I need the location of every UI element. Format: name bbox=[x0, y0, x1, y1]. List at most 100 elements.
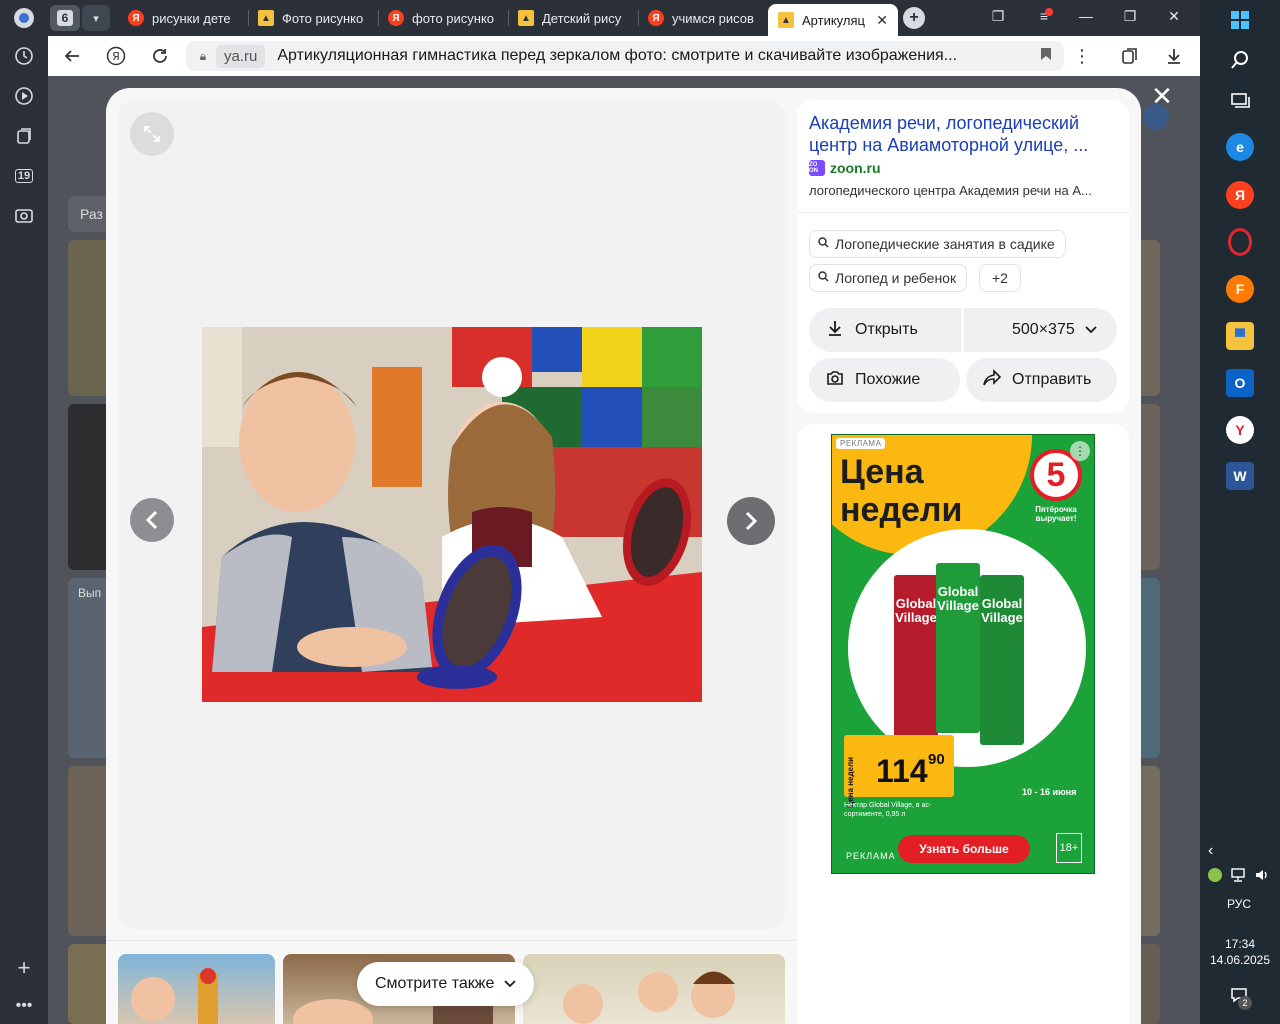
opera-icon[interactable] bbox=[1228, 228, 1252, 256]
download-icon[interactable] bbox=[1162, 44, 1186, 68]
yandex-browser-icon[interactable]: Я bbox=[1226, 181, 1254, 209]
expand-icon[interactable] bbox=[130, 112, 174, 156]
tab-3[interactable]: Я фото рисунко bbox=[378, 4, 508, 32]
tag-label: +2 bbox=[992, 270, 1008, 286]
input-language[interactable]: РУС bbox=[1200, 897, 1278, 911]
reload-icon[interactable] bbox=[148, 44, 172, 68]
share-button[interactable]: Отправить bbox=[966, 358, 1117, 402]
ad-menu-icon[interactable]: ⋮ bbox=[1070, 441, 1090, 461]
share-arrow-icon bbox=[982, 368, 1002, 392]
search-icon bbox=[818, 237, 829, 251]
ad-badge: РЕКЛАМА bbox=[836, 438, 886, 449]
more-vertical-icon[interactable]: ⋮ bbox=[1070, 44, 1094, 68]
advertisement-banner[interactable]: РЕКЛАМА Цена недели 5 Пятёрочка выручает… bbox=[831, 434, 1095, 874]
source-site-link[interactable]: ZO ON zoon.ru bbox=[809, 160, 881, 176]
search-icon bbox=[818, 271, 829, 285]
edge-icon[interactable]: e bbox=[1226, 133, 1254, 161]
source-description: логопедического центра Академия речи на … bbox=[809, 183, 1092, 198]
divider bbox=[106, 940, 796, 941]
firefox-icon[interactable]: F bbox=[1226, 275, 1254, 303]
image-icon: ▲ bbox=[778, 12, 794, 28]
main-photo[interactable] bbox=[202, 327, 702, 702]
windows-start-icon[interactable] bbox=[1226, 6, 1254, 34]
lock-icon[interactable]: 🔒︎ bbox=[190, 44, 216, 68]
outlook-icon[interactable]: O bbox=[1226, 369, 1254, 397]
ad-headline: Цена недели bbox=[840, 453, 963, 529]
notification-dot bbox=[1045, 8, 1053, 16]
tab-title: Детский рису bbox=[542, 10, 622, 26]
alice-icon[interactable] bbox=[10, 4, 38, 32]
price-integer: 114 bbox=[876, 753, 928, 789]
tag-logoped-kindergarten[interactable]: Логопедические занятия в садике bbox=[809, 230, 1066, 258]
share-label: Отправить bbox=[1012, 371, 1092, 388]
calendar-icon[interactable]: 19 bbox=[10, 162, 38, 190]
related-thumb-1[interactable] bbox=[118, 954, 275, 1024]
collections-icon[interactable] bbox=[10, 122, 38, 150]
tab-title: Артикуляц bbox=[802, 12, 865, 28]
close-viewer-icon[interactable]: ✕ bbox=[1150, 83, 1174, 109]
juice-pack-cherry: Global Village bbox=[894, 575, 938, 745]
tab-4[interactable]: ▲ Детский рису bbox=[508, 4, 638, 32]
notification-count: 2 bbox=[1238, 996, 1252, 1010]
size-select[interactable]: 500×375 bbox=[964, 308, 1117, 352]
file-explorer-icon[interactable]: ▀ bbox=[1226, 322, 1254, 350]
tab-title: фото рисунко bbox=[412, 10, 495, 26]
bookmark-icon[interactable] bbox=[1040, 47, 1052, 64]
volume-icon[interactable] bbox=[1254, 868, 1270, 885]
clock-time: 17:34 bbox=[1224, 937, 1256, 951]
minimize-icon[interactable]: — bbox=[1074, 8, 1098, 24]
add-panel-icon[interactable]: + bbox=[10, 954, 38, 982]
more-icon[interactable]: ••• bbox=[10, 992, 38, 1020]
image-viewer-modal: Академия речи, логопедический центр на А… bbox=[106, 88, 1141, 1024]
back-icon[interactable] bbox=[60, 44, 84, 68]
source-title-link[interactable]: Академия речи, логопедический центр на А… bbox=[809, 112, 1109, 156]
yandex-icon[interactable]: Y bbox=[1226, 416, 1254, 444]
next-image-button[interactable] bbox=[727, 497, 775, 545]
screenshot-icon[interactable] bbox=[10, 202, 38, 230]
ad-product: Нектар Global Village, в ас-сортименте, … bbox=[844, 802, 932, 818]
see-also-label: Смотрите также bbox=[375, 975, 495, 992]
ad-card: РЕКЛАМА Цена недели 5 Пятёрочка выручает… bbox=[797, 424, 1129, 1024]
windows-taskbar: e Я F ▀ O Y W ‹ РУС 17:34 14.06.2025 bbox=[1200, 0, 1280, 1024]
tray-app-icon[interactable] bbox=[1208, 868, 1222, 882]
new-tab-button[interactable]: + bbox=[903, 7, 925, 29]
yandex-icon: Я bbox=[648, 10, 664, 26]
tag-label: Логопедические занятия в садике bbox=[835, 236, 1055, 252]
network-icon[interactable] bbox=[1230, 868, 1246, 885]
clock[interactable]: 17:34 14.06.2025 bbox=[1200, 936, 1280, 968]
yandex-home-icon[interactable]: Я bbox=[104, 44, 128, 68]
chevron-down-icon[interactable]: ▾ bbox=[82, 5, 110, 31]
tag-more[interactable]: +2 bbox=[979, 264, 1021, 292]
see-also-button[interactable]: Смотрите также bbox=[357, 962, 535, 1006]
domain-chip[interactable]: ya.ru bbox=[216, 44, 266, 68]
tab-6-active[interactable]: ▲ Артикуляц ✕ bbox=[768, 4, 898, 36]
task-view-icon[interactable] bbox=[1226, 86, 1254, 114]
tab-groups-button[interactable]: 6 bbox=[50, 5, 80, 31]
tag-logoped-child[interactable]: Логопед и ребенок bbox=[809, 264, 968, 292]
related-thumb-3[interactable] bbox=[523, 954, 785, 1024]
chevron-left-icon[interactable]: ‹ bbox=[1208, 842, 1213, 860]
tab-5[interactable]: Я учимся рисов bbox=[638, 4, 768, 32]
source-site: zoon.ru bbox=[830, 160, 881, 176]
restore-icon[interactable]: ❐ bbox=[1118, 8, 1142, 25]
search-icon[interactable] bbox=[1226, 46, 1254, 74]
word-icon[interactable]: W bbox=[1226, 462, 1254, 490]
ad-cta-button[interactable]: Узнать больше bbox=[898, 835, 1030, 863]
calendar-day: 19 bbox=[14, 169, 34, 183]
prev-image-button[interactable] bbox=[130, 498, 174, 542]
tab-2[interactable]: ▲ Фото рисунко bbox=[248, 4, 378, 32]
play-icon[interactable] bbox=[10, 82, 38, 110]
history-icon[interactable] bbox=[10, 42, 38, 70]
close-window-icon[interactable]: ✕ bbox=[1162, 8, 1186, 25]
similar-button[interactable]: Похожие bbox=[809, 358, 960, 402]
open-button[interactable]: Открыть bbox=[809, 308, 961, 352]
image-icon: ▲ bbox=[258, 10, 274, 26]
collections-icon[interactable] bbox=[1118, 44, 1142, 68]
chevron-down-icon bbox=[1085, 321, 1097, 339]
close-tab-icon[interactable]: ✕ bbox=[876, 12, 888, 29]
divider bbox=[797, 212, 1129, 213]
tab-1[interactable]: Я рисунки дете bbox=[118, 4, 248, 32]
bookmarks-panel-icon[interactable]: ❐ bbox=[986, 8, 1010, 25]
clock-date: 14.06.2025 bbox=[1209, 953, 1271, 967]
address-bar[interactable]: 🔒︎ ya.ru Артикуляционная гимнастика пере… bbox=[186, 41, 1064, 71]
